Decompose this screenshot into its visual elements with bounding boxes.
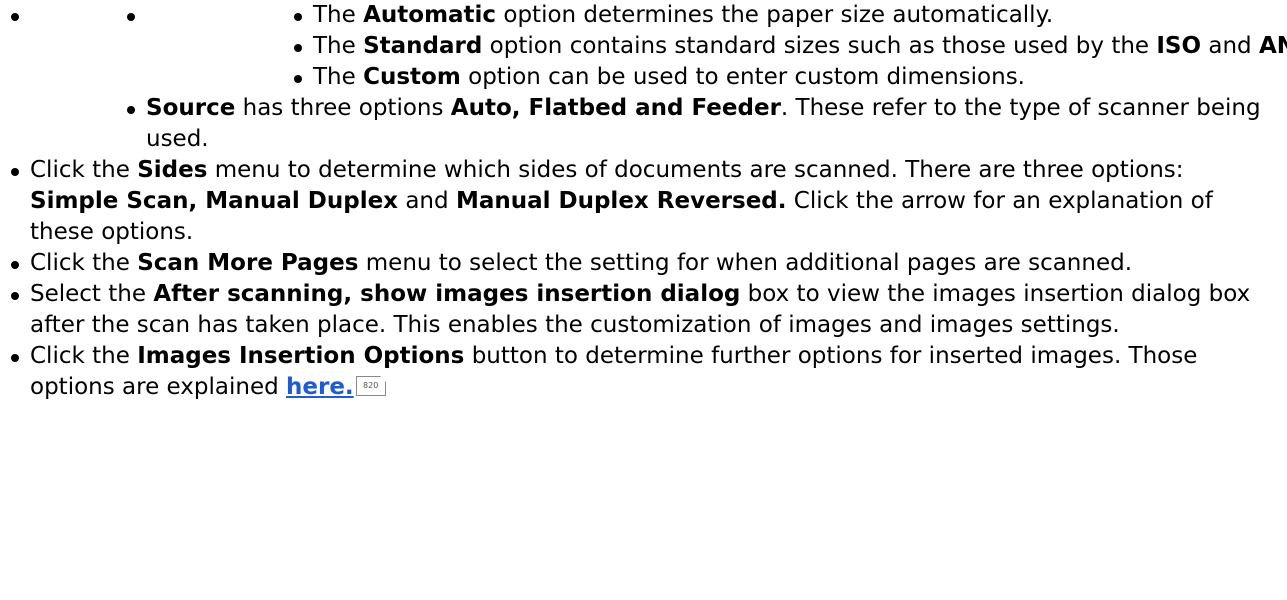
text: Click the [30, 343, 138, 369]
text: The [313, 64, 364, 90]
text: option can be used to enter custom dimen… [460, 64, 1025, 90]
list-item-insertion-options: Click the Images Insertion Options butto… [0, 341, 1260, 403]
list-item-standard: The Standard option contains standard si… [146, 31, 1287, 62]
bold-term: ISO [1156, 33, 1202, 59]
text: has three options [235, 95, 451, 121]
text: option contains standard sizes such as t… [482, 33, 1157, 59]
bold-term: Scan More Pages [137, 250, 359, 276]
text: option determines the paper size automat… [496, 2, 1054, 28]
bold-term: Standard [363, 33, 483, 59]
sub-bullet-list: The Automatic option determines the pape… [30, 0, 1287, 155]
bold-term: Source [146, 95, 236, 121]
bold-term: Simple Scan, Manual Duplex [30, 188, 399, 214]
list-item-source: Source has three options Auto, Flatbed a… [30, 93, 1281, 155]
document-page: The Automatic option determines the pape… [0, 0, 1287, 600]
list-item-after-scanning: Select the After scanning, show images i… [0, 279, 1260, 341]
text: menu to determine which sides of documen… [207, 157, 1184, 183]
here-link[interactable]: here. [286, 374, 354, 400]
text: and [1201, 33, 1259, 59]
bold-term: Manual Duplex Reversed. [455, 188, 787, 214]
text: Select the [30, 281, 154, 307]
bold-term: ANSI [1258, 33, 1287, 59]
list-item-paper-size: The Automatic option determines the pape… [0, 0, 1287, 155]
list-item-paper-options: The Automatic option determines the pape… [30, 0, 1287, 93]
list-item-scan-more-pages: Click the Scan More Pages menu to select… [0, 248, 1260, 279]
bold-term: After scanning, show images insertion di… [153, 281, 741, 307]
page-reference-icon[interactable]: 820 [355, 376, 386, 396]
text: The [313, 33, 364, 59]
text: The [313, 2, 364, 28]
list-item-automatic: The Automatic option determines the pape… [146, 0, 1287, 31]
main-bullet-list: The Automatic option determines the pape… [0, 0, 1287, 403]
text: menu to select the setting for when addi… [358, 250, 1133, 276]
bold-term: Automatic [363, 2, 497, 28]
bold-term: Sides [137, 157, 208, 183]
bold-term: Custom [363, 64, 461, 90]
text: and [398, 188, 456, 214]
bold-term: Images Insertion Options [137, 343, 465, 369]
paper-options-list: The Automatic option determines the pape… [146, 0, 1287, 93]
text: Click the [30, 157, 138, 183]
text: Click the [30, 250, 138, 276]
list-item-custom: The Custom option can be used to enter c… [146, 62, 1287, 93]
bold-term: Auto, Flatbed and Feeder [450, 95, 781, 121]
list-item-sides: Click the Sides menu to determine which … [0, 155, 1260, 248]
